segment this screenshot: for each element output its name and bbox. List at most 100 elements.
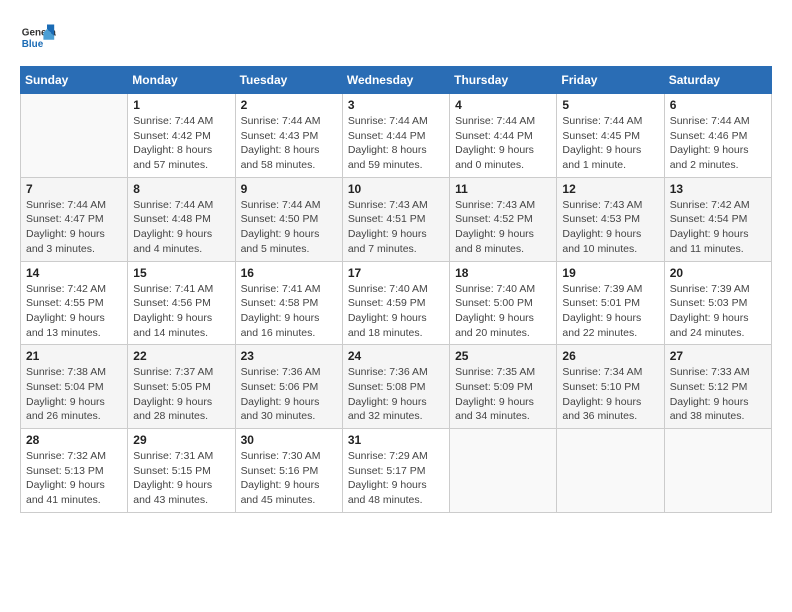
calendar-cell: 7 Sunrise: 7:44 AM Sunset: 4:47 PM Daylig… <box>21 177 128 261</box>
calendar-cell: 31 Sunrise: 7:29 AM Sunset: 5:17 PM Dayli… <box>342 429 449 513</box>
day-number: 30 <box>241 433 337 447</box>
calendar-cell: 22 Sunrise: 7:37 AM Sunset: 5:05 PM Dayli… <box>128 345 235 429</box>
day-number: 13 <box>670 182 766 196</box>
day-number: 22 <box>133 349 229 363</box>
logo-icon: General Blue <box>20 20 56 56</box>
calendar-cell <box>450 429 557 513</box>
calendar-cell: 10 Sunrise: 7:43 AM Sunset: 4:51 PM Dayli… <box>342 177 449 261</box>
calendar-cell: 14Sunrise: 7:42 AM Sunset: 4:55 PM Dayli… <box>21 261 128 345</box>
logo: General Blue <box>20 20 64 56</box>
weekday-header-friday: Friday <box>557 67 664 94</box>
day-info: Sunrise: 7:44 AM Sunset: 4:44 PM Dayligh… <box>348 114 444 173</box>
day-number: 6 <box>670 98 766 112</box>
day-number: 21 <box>26 349 122 363</box>
day-info: Sunrise: 7:31 AM Sunset: 5:15 PM Dayligh… <box>133 449 229 508</box>
day-info: Sunrise: 7:34 AM Sunset: 5:10 PM Dayligh… <box>562 365 658 424</box>
day-number: 31 <box>348 433 444 447</box>
day-info: Sunrise: 7:32 AM Sunset: 5:13 PM Dayligh… <box>26 449 122 508</box>
calendar-cell: 1Sunrise: 7:44 AM Sunset: 4:42 PM Daylig… <box>128 94 235 178</box>
day-number: 9 <box>241 182 337 196</box>
calendar-cell: 26 Sunrise: 7:34 AM Sunset: 5:10 PM Dayli… <box>557 345 664 429</box>
day-number: 17 <box>348 266 444 280</box>
day-info: Sunrise: 7:29 AM Sunset: 5:17 PM Dayligh… <box>348 449 444 508</box>
calendar-cell: 2 Sunrise: 7:44 AM Sunset: 4:43 PM Daylig… <box>235 94 342 178</box>
day-number: 26 <box>562 349 658 363</box>
day-info: Sunrise: 7:41 AM Sunset: 4:58 PM Dayligh… <box>241 282 337 341</box>
calendar-cell: 15 Sunrise: 7:41 AM Sunset: 4:56 PM Dayli… <box>128 261 235 345</box>
calendar-cell <box>557 429 664 513</box>
day-info: Sunrise: 7:33 AM Sunset: 5:12 PM Dayligh… <box>670 365 766 424</box>
day-info: Sunrise: 7:44 AM Sunset: 4:46 PM Dayligh… <box>670 114 766 173</box>
day-info: Sunrise: 7:44 AM Sunset: 4:43 PM Dayligh… <box>241 114 337 173</box>
day-number: 20 <box>670 266 766 280</box>
calendar-cell: 13 Sunrise: 7:42 AM Sunset: 4:54 PM Dayli… <box>664 177 771 261</box>
calendar-cell: 4 Sunrise: 7:44 AM Sunset: 4:44 PM Daylig… <box>450 94 557 178</box>
calendar-cell: 11Sunrise: 7:43 AM Sunset: 4:52 PM Dayli… <box>450 177 557 261</box>
day-info: Sunrise: 7:44 AM Sunset: 4:48 PM Dayligh… <box>133 198 229 257</box>
day-number: 14 <box>26 266 122 280</box>
day-info: Sunrise: 7:43 AM Sunset: 4:52 PM Dayligh… <box>455 198 551 257</box>
day-number: 18 <box>455 266 551 280</box>
day-info: Sunrise: 7:44 AM Sunset: 4:50 PM Dayligh… <box>241 198 337 257</box>
calendar-cell: 9 Sunrise: 7:44 AM Sunset: 4:50 PM Daylig… <box>235 177 342 261</box>
day-info: Sunrise: 7:35 AM Sunset: 5:09 PM Dayligh… <box>455 365 551 424</box>
day-number: 27 <box>670 349 766 363</box>
calendar-cell: 20 Sunrise: 7:39 AM Sunset: 5:03 PM Dayli… <box>664 261 771 345</box>
day-info: Sunrise: 7:43 AM Sunset: 4:53 PM Dayligh… <box>562 198 658 257</box>
calendar-cell: 23 Sunrise: 7:36 AM Sunset: 5:06 PM Dayli… <box>235 345 342 429</box>
calendar-cell: 24Sunrise: 7:36 AM Sunset: 5:08 PM Dayli… <box>342 345 449 429</box>
weekday-header-saturday: Saturday <box>664 67 771 94</box>
weekday-header-sunday: Sunday <box>21 67 128 94</box>
day-info: Sunrise: 7:42 AM Sunset: 4:54 PM Dayligh… <box>670 198 766 257</box>
day-info: Sunrise: 7:39 AM Sunset: 5:01 PM Dayligh… <box>562 282 658 341</box>
calendar-cell: 16 Sunrise: 7:41 AM Sunset: 4:58 PM Dayli… <box>235 261 342 345</box>
day-number: 4 <box>455 98 551 112</box>
calendar-table: SundayMondayTuesdayWednesdayThursdayFrid… <box>20 66 772 513</box>
day-info: Sunrise: 7:44 AM Sunset: 4:44 PM Dayligh… <box>455 114 551 173</box>
calendar-cell: 21 Sunrise: 7:38 AM Sunset: 5:04 PM Dayli… <box>21 345 128 429</box>
day-number: 2 <box>241 98 337 112</box>
day-info: Sunrise: 7:38 AM Sunset: 5:04 PM Dayligh… <box>26 365 122 424</box>
day-number: 12 <box>562 182 658 196</box>
day-info: Sunrise: 7:41 AM Sunset: 4:56 PM Dayligh… <box>133 282 229 341</box>
calendar-cell: 6 Sunrise: 7:44 AM Sunset: 4:46 PM Daylig… <box>664 94 771 178</box>
weekday-header-wednesday: Wednesday <box>342 67 449 94</box>
calendar-cell: 17 Sunrise: 7:40 AM Sunset: 4:59 PM Dayli… <box>342 261 449 345</box>
day-info: Sunrise: 7:37 AM Sunset: 5:05 PM Dayligh… <box>133 365 229 424</box>
day-number: 15 <box>133 266 229 280</box>
calendar-cell: 8 Sunrise: 7:44 AM Sunset: 4:48 PM Daylig… <box>128 177 235 261</box>
calendar-cell: 3 Sunrise: 7:44 AM Sunset: 4:44 PM Daylig… <box>342 94 449 178</box>
day-number: 28 <box>26 433 122 447</box>
day-info: Sunrise: 7:44 AM Sunset: 4:45 PM Dayligh… <box>562 114 658 173</box>
day-info: Sunrise: 7:44 AM Sunset: 4:47 PM Dayligh… <box>26 198 122 257</box>
day-info: Sunrise: 7:39 AM Sunset: 5:03 PM Dayligh… <box>670 282 766 341</box>
calendar-cell: 30 Sunrise: 7:30 AM Sunset: 5:16 PM Dayli… <box>235 429 342 513</box>
day-info: Sunrise: 7:43 AM Sunset: 4:51 PM Dayligh… <box>348 198 444 257</box>
day-number: 19 <box>562 266 658 280</box>
weekday-header-tuesday: Tuesday <box>235 67 342 94</box>
calendar-cell: 25 Sunrise: 7:35 AM Sunset: 5:09 PM Dayli… <box>450 345 557 429</box>
weekday-header-monday: Monday <box>128 67 235 94</box>
calendar-cell: 29Sunrise: 7:31 AM Sunset: 5:15 PM Dayli… <box>128 429 235 513</box>
day-number: 24 <box>348 349 444 363</box>
day-number: 3 <box>348 98 444 112</box>
day-number: 5 <box>562 98 658 112</box>
calendar-cell: 19 Sunrise: 7:39 AM Sunset: 5:01 PM Dayli… <box>557 261 664 345</box>
calendar-cell: 5 Sunrise: 7:44 AM Sunset: 4:45 PM Daylig… <box>557 94 664 178</box>
day-number: 25 <box>455 349 551 363</box>
calendar-cell <box>664 429 771 513</box>
page-header: General Blue <box>20 20 772 56</box>
day-number: 16 <box>241 266 337 280</box>
day-number: 8 <box>133 182 229 196</box>
calendar-cell: 12 Sunrise: 7:43 AM Sunset: 4:53 PM Dayli… <box>557 177 664 261</box>
weekday-header-thursday: Thursday <box>450 67 557 94</box>
calendar-cell <box>21 94 128 178</box>
calendar-cell: 28 Sunrise: 7:32 AM Sunset: 5:13 PM Dayli… <box>21 429 128 513</box>
day-info: Sunrise: 7:30 AM Sunset: 5:16 PM Dayligh… <box>241 449 337 508</box>
day-number: 7 <box>26 182 122 196</box>
day-info: Sunrise: 7:40 AM Sunset: 4:59 PM Dayligh… <box>348 282 444 341</box>
day-number: 23 <box>241 349 337 363</box>
day-info: Sunrise: 7:36 AM Sunset: 5:06 PM Dayligh… <box>241 365 337 424</box>
day-number: 1 <box>133 98 229 112</box>
day-number: 10 <box>348 182 444 196</box>
